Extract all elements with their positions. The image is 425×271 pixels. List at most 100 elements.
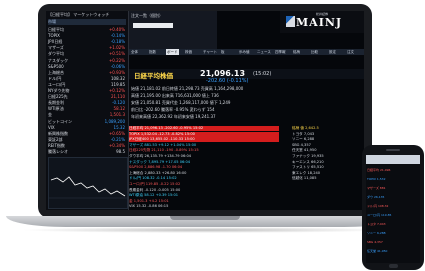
market-row-value: 108.32 bbox=[111, 75, 125, 81]
market-row[interactable]: ナスダック +0.22% bbox=[48, 58, 126, 64]
market-row-value: 21,110 bbox=[111, 94, 125, 100]
market-row[interactable]: ダウ平均 +0.51% bbox=[48, 51, 126, 57]
market-row-value: -0.14% bbox=[110, 33, 125, 39]
market-row-value: 119.85 bbox=[111, 81, 125, 87]
stock-list: 銘柄 値 2,642.5 トヨタ 7,043 ソニー 6,288 SBG 4,357 任… bbox=[292, 124, 364, 210]
market-row[interactable]: VIX 15.32 bbox=[48, 125, 126, 131]
market-row[interactable]: S&P500 -0.06% bbox=[48, 64, 126, 70]
tab-bar: 全体 指数 ボード 株価 チャート板 歩み値 ニュース 四季報 銘柄 比較 設定 注文 bbox=[129, 49, 364, 55]
stock-row[interactable]: 信越化 11,085 bbox=[292, 176, 364, 181]
detail-row: 年初来高値 22,362.92 年初来安値 19,241.37 bbox=[131, 114, 216, 119]
market-row[interactable]: 騰落レシオ 98.5 bbox=[48, 149, 126, 155]
phone-row[interactable]: ドル/円 108.32 bbox=[367, 204, 419, 208]
board-row[interactable]: ダウ平均 26,135.79 +134.79 06:04 bbox=[129, 154, 279, 159]
tab-4[interactable]: チャート bbox=[202, 49, 218, 55]
phone-row[interactable]: 任天堂 41,950 bbox=[367, 249, 419, 253]
laptop-notch bbox=[170, 216, 240, 220]
market-row[interactable]: WTI原油 58.12 bbox=[48, 106, 126, 112]
market-row-value: +0.34% bbox=[108, 142, 125, 148]
market-row-value: +0.51% bbox=[108, 51, 125, 57]
market-row[interactable]: 金 1,501.3 bbox=[48, 112, 126, 118]
tab-6[interactable]: 歩み値 bbox=[238, 49, 251, 55]
market-row[interactable]: ビットコイン 1,089,200 bbox=[48, 119, 126, 125]
market-row-value: +0.22% bbox=[108, 57, 125, 63]
stock-row[interactable]: 銘柄 値 2,642.5 bbox=[292, 126, 364, 131]
market-row-value: -0.21% bbox=[110, 136, 125, 142]
laptop-screen: 【日経平均】 マーケットウォッチ 市場 日経平均 +0.40% TOPIX -0.14… bbox=[46, 11, 364, 210]
market-row-name: REIT指数 bbox=[48, 142, 65, 148]
search-input[interactable] bbox=[133, 23, 173, 28]
market-row[interactable]: REIT指数 +0.34% bbox=[48, 143, 126, 149]
market-row[interactable]: ドル/円 108.32 bbox=[48, 76, 126, 82]
board-row[interactable]: ユーロ/円 119.85 -0.22 15:02 bbox=[129, 182, 279, 187]
market-row[interactable]: 東証2部 -0.21% bbox=[48, 137, 126, 143]
phone-row[interactable]: ダウ 26,135 bbox=[367, 195, 419, 199]
market-row-value: +1.02% bbox=[108, 45, 125, 51]
market-row-name: TOPIX bbox=[48, 33, 60, 39]
phone-row[interactable]: SBG 4,357 bbox=[367, 240, 419, 244]
market-row-value: +0.93% bbox=[108, 69, 125, 75]
market-row-name: ナスダック bbox=[48, 57, 68, 63]
tab-2[interactable]: ボード bbox=[166, 49, 179, 55]
board-row[interactable]: WTI原油 58.12 +0.39 15:01 bbox=[129, 193, 279, 198]
detail-row: 前日比 -202.60 騰落率 -0.95% 変わらず 154 bbox=[131, 107, 215, 112]
phone-row[interactable]: ユーロ/円 119.85 bbox=[367, 213, 419, 217]
market-row[interactable]: 日経平均 +0.40% bbox=[48, 27, 126, 33]
tab-7[interactable]: ニュース bbox=[256, 49, 272, 55]
phone-row[interactable]: マザーズ 881 bbox=[367, 186, 419, 190]
market-row-name: ダウ平均 bbox=[48, 51, 64, 57]
stock-row[interactable]: ソニー 6,288 bbox=[292, 137, 364, 142]
board-row[interactable]: ナスダック 7,895.79 +17.05 06:04 bbox=[129, 160, 279, 165]
phone-row[interactable]: トヨタ 7,043 bbox=[367, 222, 419, 226]
tab-9[interactable]: 銘柄 bbox=[292, 49, 301, 55]
phone-home-button[interactable] bbox=[389, 264, 398, 268]
tab-5[interactable]: 板 bbox=[220, 49, 226, 55]
market-row-value: +0.40% bbox=[108, 27, 125, 32]
panel-title: 【日経平均】 マーケットウォッチ bbox=[48, 12, 110, 17]
stock-row[interactable]: ファナック 19,935 bbox=[292, 154, 364, 159]
market-row-value: 1,089,200 bbox=[104, 118, 125, 124]
board-row[interactable]: 日経平均 21,096.13 -202.60 -0.95% 15:02 bbox=[129, 126, 279, 131]
market-row[interactable]: ユーロ/円 119.85 bbox=[48, 82, 126, 88]
brand-logo: MAINJ bbox=[296, 16, 343, 29]
board-row[interactable]: VIX 15.32 -0.86 06:15 bbox=[129, 204, 279, 209]
tab-12[interactable]: 注文 bbox=[346, 49, 355, 55]
board-row[interactable]: 金 1,501.3 +4.2 15:01 bbox=[129, 199, 279, 204]
board-row[interactable]: S&P500 2,886.98 -1.70 06:04 bbox=[129, 165, 279, 170]
tab-8[interactable]: 四季報 bbox=[274, 49, 287, 55]
quote-price: 21,096.13 bbox=[200, 69, 246, 78]
market-row-name: 金 bbox=[48, 112, 52, 118]
detail-row: 安値 21,050.81 売買代金 1,268,117,000 値下 1,249 bbox=[131, 100, 231, 105]
phone-speaker bbox=[386, 149, 400, 151]
tab-11[interactable]: 設定 bbox=[328, 49, 337, 55]
board-row[interactable]: ドル/円 108.32 -0.14 15:02 bbox=[129, 176, 279, 181]
laptop-shadow bbox=[20, 227, 390, 233]
board-row[interactable]: JPX日経400 13,655.02 -110.33 15:00 bbox=[129, 137, 279, 143]
market-row[interactable]: 上海総合 +0.93% bbox=[48, 70, 126, 76]
stock-row[interactable]: トヨタ 7,043 bbox=[292, 132, 364, 137]
quote-details: 始値 21,181.02 前日終値 21,298.73 売買高 1,164,29… bbox=[131, 86, 361, 124]
market-row-name: 騰落レシオ bbox=[48, 149, 68, 154]
panel-header: 市場 bbox=[48, 19, 126, 25]
stock-row[interactable]: 任天堂 41,950 bbox=[292, 148, 364, 153]
market-row-name: 東証2部 bbox=[48, 136, 63, 142]
stock-row[interactable]: ファストリ 65,510 bbox=[292, 165, 364, 170]
phone-row[interactable]: 日経平均 21,096 bbox=[367, 168, 419, 172]
tab-0[interactable]: 全体 bbox=[130, 49, 139, 55]
board-row[interactable]: 長期金利 -0.120 -0.005 15:00 bbox=[129, 188, 279, 193]
tab-1[interactable]: 指数 bbox=[148, 49, 157, 55]
market-row-value: -0.06% bbox=[110, 63, 125, 69]
stock-row[interactable]: キーエンス 66,210 bbox=[292, 160, 364, 165]
market-row-name: S&P500 bbox=[48, 63, 64, 69]
board-row[interactable]: TOPIX 1,532.04 -12.73 -0.82% 15:00 bbox=[129, 131, 279, 137]
board-row[interactable]: 上海総合 2,880.33 +26.80 16:00 bbox=[129, 171, 279, 176]
market-row-name: ユーロ/円 bbox=[48, 81, 66, 87]
detail-row: 高値 21,195.00 出来高 716,631,000 値上 736 bbox=[131, 93, 219, 98]
tab-10[interactable]: 比較 bbox=[310, 49, 319, 55]
tab-3[interactable]: 株価 bbox=[184, 49, 193, 55]
market-row[interactable]: 新興株指数 +0.65% bbox=[48, 131, 126, 137]
phone-row[interactable]: TOPIX 1,532 bbox=[367, 177, 419, 181]
phone-row[interactable]: ソニー 6,288 bbox=[367, 231, 419, 235]
quote-name: 日経平均株価 bbox=[134, 72, 173, 80]
board-row[interactable]: 日経225先物 21,110 -190 -0.89% 15:15 bbox=[129, 148, 279, 153]
